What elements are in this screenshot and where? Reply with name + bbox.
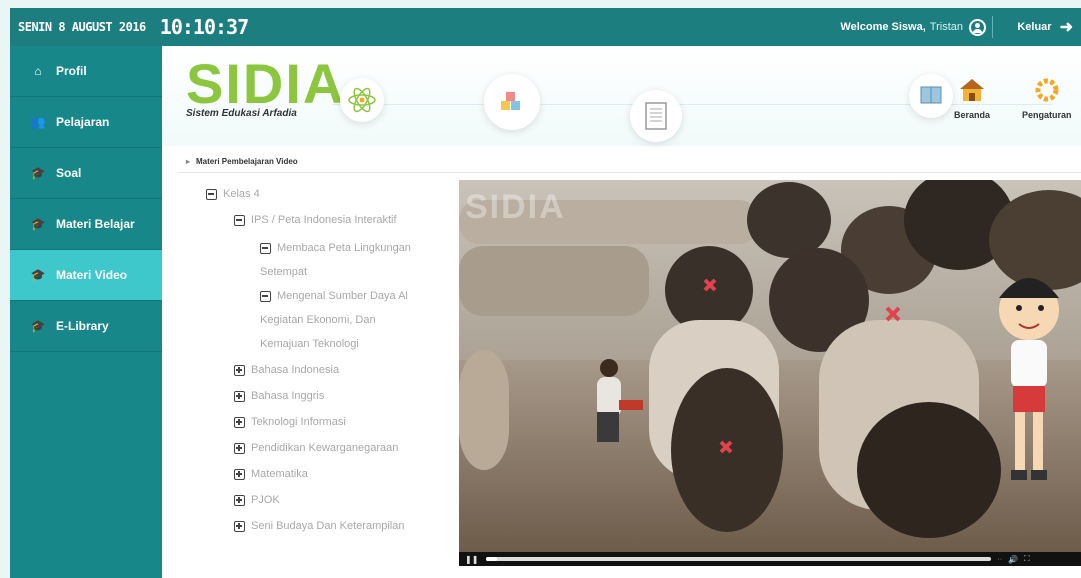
date-display: SENIN 8 AUGUST 2016 <box>18 20 146 34</box>
expand-icon[interactable] <box>234 416 245 428</box>
tree-node-subject[interactable]: Bahasa Inggris <box>234 387 324 405</box>
sidebar-item-label: Profil <box>56 64 87 78</box>
user-circle-icon[interactable] <box>969 18 986 36</box>
collapse-icon[interactable] <box>206 188 217 200</box>
logout-button[interactable]: Keluar ➜ <box>1017 8 1073 46</box>
breadcrumb-title: Materi Pembelajaran Video <box>196 156 298 166</box>
sidebar-item-label: Soal <box>56 166 82 180</box>
tree-node-ips[interactable]: IPS / Peta Indonesia Interaktif <box>234 211 397 229</box>
tree-label-continued: Kegiatan Ekonomi, Dan <box>260 311 376 329</box>
tree-label-continued: Kemajuan Teknologi <box>260 335 359 353</box>
tree-node-subject[interactable]: Pendidikan Kewarganegaraan <box>234 439 398 457</box>
tree-node-subject[interactable]: Seni Budaya Dan Keterampilan <box>234 517 404 535</box>
tree-label: Seni Budaya Dan Keterampilan <box>251 520 405 532</box>
header-banner: SIDIA Sistem Edukasi Arfadia Beranda Pen… <box>162 46 1081 146</box>
tree-node-subject[interactable]: Bahasa Indonesia <box>234 361 339 379</box>
users-icon: 👥 <box>30 115 46 129</box>
clock-display: 10:10:37 <box>159 15 249 39</box>
video-progress-bar[interactable] <box>486 557 992 561</box>
nav-pengaturan[interactable]: Pengaturan <box>1022 76 1072 120</box>
app-window: SENIN 8 AUGUST 2016 10:10:37 Welcome Sis… <box>10 8 1081 578</box>
sidia-logo: SIDIA Sistem Edukasi Arfadia <box>186 52 346 120</box>
document-icon <box>630 90 682 142</box>
gear-icon <box>1033 76 1061 110</box>
tree-node-subject[interactable]: Teknologi Informasi <box>234 413 346 431</box>
video-controls: ❚❚ ·· 🔊 ⛶ <box>459 552 1081 566</box>
tree-node-kelas-4[interactable]: Kelas 4 <box>206 185 260 203</box>
tree-label: PJOK <box>251 494 280 506</box>
tree-label: Setempat <box>260 266 308 278</box>
atom-icon <box>340 78 384 122</box>
nav-beranda[interactable]: Beranda <box>954 76 990 120</box>
tree-label: Mengenal Sumber Daya Al <box>277 290 408 302</box>
welcome-text: Welcome Siswa, <box>840 21 926 33</box>
collapse-icon[interactable] <box>234 214 245 226</box>
user-name: Tristan <box>929 21 963 33</box>
expand-icon[interactable] <box>234 364 245 376</box>
tree-label: Bahasa Inggris <box>251 390 325 402</box>
volume-icon[interactable]: 🔊 <box>1008 555 1018 564</box>
tree-label: Bahasa Indonesia <box>251 364 340 376</box>
tree-node-subject[interactable]: Matematika <box>234 465 308 483</box>
topbar-divider <box>992 16 993 38</box>
sidebar-item-materi-belajar[interactable]: 🎓 Materi Belajar <box>10 199 162 250</box>
book-icon <box>909 74 953 118</box>
sidebar-item-label: Pelajaran <box>56 115 110 129</box>
fullscreen-icon[interactable]: ⛶ <box>1024 554 1030 564</box>
tree-label: Kelas 4 <box>223 188 260 200</box>
tree-label: Membaca Peta Lingkungan <box>277 242 411 254</box>
blocks-icon <box>484 74 540 130</box>
graduation-cap-icon: 🎓 <box>30 319 46 333</box>
tree-label: Teknologi Informasi <box>251 416 346 428</box>
collapse-icon[interactable] <box>260 242 271 254</box>
tree-node-sumber-daya[interactable]: Mengenal Sumber Daya Al <box>260 287 408 305</box>
video-frame <box>459 180 1081 552</box>
logout-label: Keluar <box>1017 21 1052 33</box>
tree-label: Pendidikan Kewarganegaraan <box>251 442 399 454</box>
tree-label: Kegiatan Ekonomi, Dan <box>260 314 376 326</box>
welcome-user[interactable]: Welcome Siswa, Tristan <box>840 8 986 46</box>
tree-label: Kemajuan Teknologi <box>260 338 359 350</box>
sidebar-item-materi-video[interactable]: 🎓 Materi Video <box>10 250 162 301</box>
sidebar-item-label: Materi Belajar <box>56 217 135 231</box>
tree-node-subject[interactable]: PJOK <box>234 491 280 509</box>
home-icon: ⌂ <box>34 64 42 78</box>
sidebar: ⌂ Profil 👥 Pelajaran 🎓 Soal 🎓 Materi Bel… <box>10 46 162 578</box>
video-icon: ▸ <box>186 156 191 166</box>
tree-node-membaca-peta[interactable]: Membaca Peta Lingkungan <box>260 239 411 257</box>
nav-label: Pengaturan <box>1022 110 1072 120</box>
expand-icon[interactable] <box>234 442 245 454</box>
expand-icon[interactable] <box>234 468 245 480</box>
tree-label: IPS / Peta Indonesia Interaktif <box>251 214 397 226</box>
sidebar-item-e-library[interactable]: 🎓 E-Library <box>10 301 162 352</box>
house-icon <box>958 76 986 110</box>
sidebar-item-label: E-Library <box>56 319 109 333</box>
logo-text: SIDIA <box>186 52 346 115</box>
expand-icon[interactable] <box>234 494 245 506</box>
video-watermark: SIDIA <box>465 188 566 226</box>
graduation-cap-icon: 🎓 <box>30 166 46 180</box>
top-bar: SENIN 8 AUGUST 2016 10:10:37 Welcome Sis… <box>10 8 1081 46</box>
tree-label-continued: Setempat <box>260 263 307 281</box>
pause-icon[interactable]: ❚❚ <box>465 555 478 564</box>
nav-label: Beranda <box>954 110 991 120</box>
expand-icon[interactable] <box>234 520 245 532</box>
tree-label: Matematika <box>251 468 308 480</box>
sidebar-item-profil[interactable]: ⌂ Profil <box>10 46 162 97</box>
video-player[interactable]: SIDIA ❚❚ ·· 🔊 ⛶ <box>459 180 1081 566</box>
sign-out-icon: ➜ <box>1059 19 1073 36</box>
sidebar-item-pelajaran[interactable]: 👥 Pelajaran <box>10 97 162 148</box>
time-display: ·· <box>997 555 1003 563</box>
graduation-cap-icon: 🎓 <box>30 217 46 231</box>
graduation-cap-icon: 🎓 <box>30 268 46 282</box>
breadcrumb: ▸ Materi Pembelajaran Video <box>178 150 1081 173</box>
progress-fill <box>486 557 497 561</box>
sidebar-item-label: Materi Video <box>56 268 128 282</box>
sidebar-item-soal[interactable]: 🎓 Soal <box>10 148 162 199</box>
collapse-icon[interactable] <box>260 290 271 302</box>
topic-tree: Kelas 4 IPS / Peta Indonesia Interaktif … <box>196 183 458 578</box>
expand-icon[interactable] <box>234 390 245 402</box>
